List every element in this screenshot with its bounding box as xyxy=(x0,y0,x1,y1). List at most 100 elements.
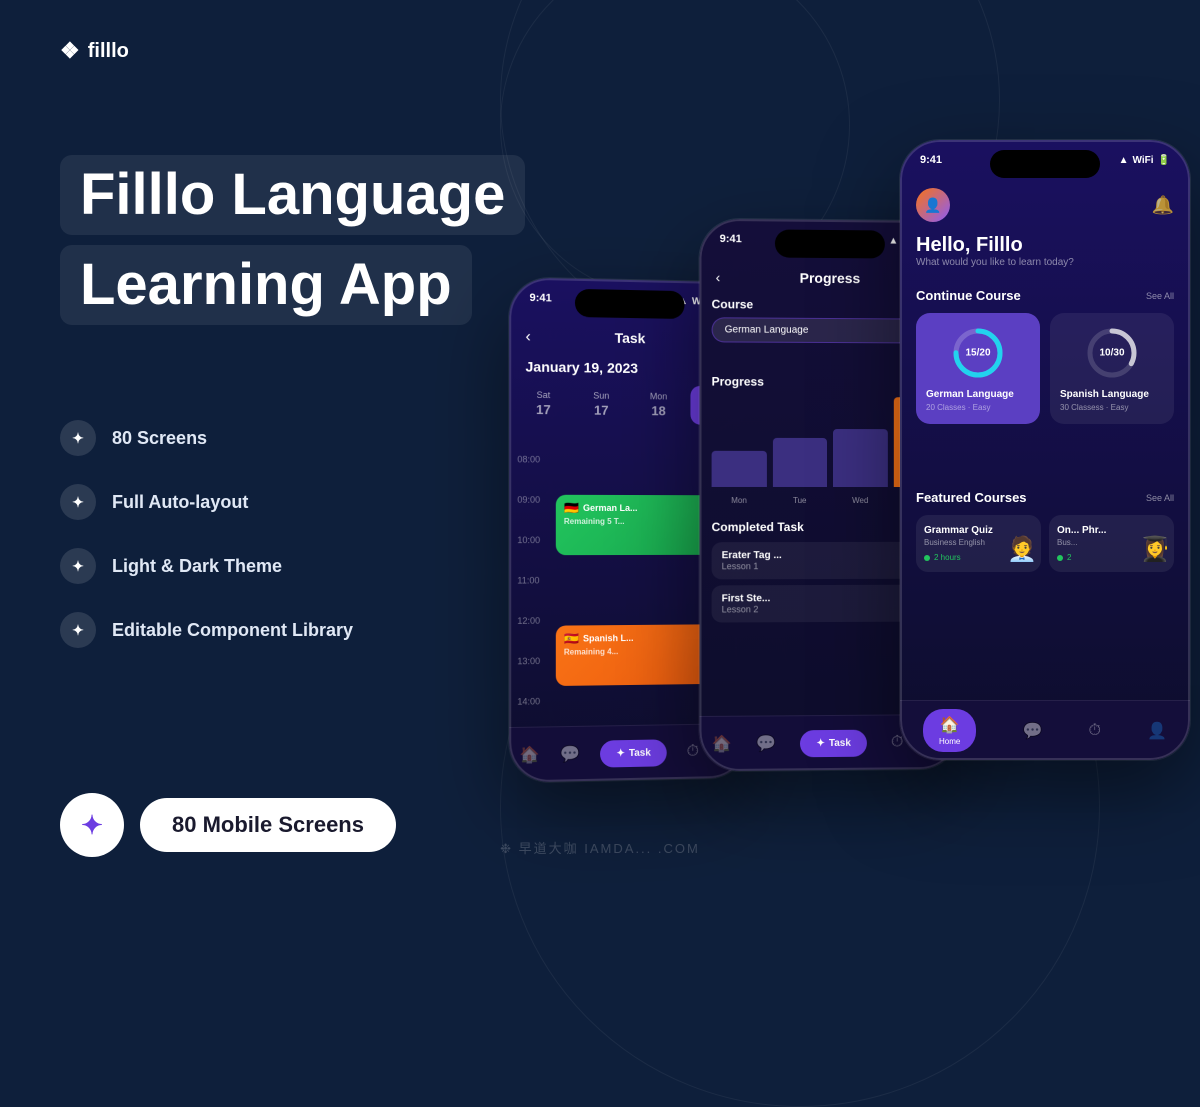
logo-text: filllo xyxy=(88,40,129,63)
phone-3-nav-chat[interactable]: 💬 xyxy=(1022,721,1042,741)
screens-count-label: 80 Mobile Screens xyxy=(172,812,364,837)
logo: ❖ filllo xyxy=(60,38,129,64)
feature-label-screens: 80 Screens xyxy=(112,428,207,449)
task-german-title: German La... xyxy=(583,503,638,513)
time-800: 08:00 xyxy=(517,454,540,464)
featured-card-grammar[interactable]: Grammar Quiz Business English 2 hours 🧑‍… xyxy=(916,515,1041,572)
course-cards: 15/20 German Language 20 Classes · Easy … xyxy=(916,313,1174,424)
featured-cards: Grammar Quiz Business English 2 hours 🧑‍… xyxy=(916,515,1174,572)
phone-1-time: 9:41 xyxy=(530,292,552,305)
time-1000: 10:00 xyxy=(517,535,540,545)
phone-3-nav-timer[interactable]: ⏱ xyxy=(1088,722,1100,740)
hero-title-line2: Learning App xyxy=(80,252,452,317)
phone-1-nav-home[interactable]: 🏠 xyxy=(519,745,539,766)
phone-3-status-icons: ▲WiFi🔋 xyxy=(1119,155,1170,166)
phone-3-sub: What would you like to learn today? xyxy=(916,257,1074,268)
phone-3-hello: Hello, Filllo xyxy=(916,234,1074,257)
task-spanish-title: Spanish L... xyxy=(583,633,634,643)
cal-mon: Mon 18 xyxy=(633,385,684,424)
time-900: 09:00 xyxy=(517,495,540,505)
features-list: ✦ 80 Screens ✦ Full Auto-layout ✦ Light … xyxy=(60,420,353,676)
phone-3-time: 9:41 xyxy=(920,154,942,166)
phone-2-course-name: German Language xyxy=(725,324,809,336)
feature-label-library: Editable Component Library xyxy=(112,620,353,641)
phone-3-notch xyxy=(990,150,1100,178)
feature-autolayout: ✦ Full Auto-layout xyxy=(60,484,353,520)
continue-section-header: Continue Course See All xyxy=(916,288,1174,303)
phone-3-greeting: Hello, Filllo What would you like to lea… xyxy=(916,234,1074,268)
spanish-card-sub: 30 Classess · Easy xyxy=(1060,403,1164,412)
phone-3-avatar[interactable]: 👤 xyxy=(916,188,950,222)
phone-3-featured-section: Featured Courses See All Grammar Quiz Bu… xyxy=(916,490,1174,572)
chart-label-wed: Wed xyxy=(852,496,868,505)
grammar-duration-text: 2 hours xyxy=(934,553,961,562)
time-1300: 13:00 xyxy=(517,656,540,666)
phone-2-nav-chat[interactable]: 💬 xyxy=(756,733,776,753)
german-progress-text: 15/20 xyxy=(965,348,990,359)
time-1400: 14:00 xyxy=(517,696,540,706)
phone-3-continue-section: Continue Course See All 15/20 German Lan… xyxy=(916,288,1174,424)
featured-section-header: Featured Courses See All xyxy=(916,490,1174,505)
time-1200: 12:00 xyxy=(517,616,540,626)
phones-container: 9:41 ▲WiFi🔋 ‹ Task January 19, 2023 Sat … xyxy=(480,80,1200,900)
phone-3-frame xyxy=(900,140,1190,760)
bell-icon[interactable]: 🔔 xyxy=(1152,195,1174,216)
feature-icon-library: ✦ xyxy=(60,612,96,648)
course-card-spanish[interactable]: 10/30 Spanish Language 30 Classess · Eas… xyxy=(1050,313,1174,424)
feature-icon-screens: ✦ xyxy=(60,420,96,456)
phrases-illustration: 👩‍🎓 xyxy=(1140,535,1170,564)
course-card-german[interactable]: 15/20 German Language 20 Classes · Easy xyxy=(916,313,1040,424)
chart-bar-wed: Wed xyxy=(833,429,887,488)
phrases-duration-dot xyxy=(1057,555,1063,561)
chart-bar-mon: Mon xyxy=(712,451,767,487)
duration-dot xyxy=(924,555,930,561)
phone-2-task-fab[interactable]: ✦Task xyxy=(800,729,866,757)
phone-1-task-fab[interactable]: ✦Task xyxy=(601,739,667,767)
cal-sat: Sat 17 xyxy=(517,384,569,424)
phone-2-nav-home[interactable]: 🏠 xyxy=(712,734,732,754)
continue-see-all[interactable]: See All xyxy=(1146,291,1174,301)
german-card-sub: 20 Classes · Easy xyxy=(926,403,1030,412)
featured-title: Featured Courses xyxy=(916,490,1027,505)
chart-bar-tue: Tue xyxy=(772,437,827,487)
phone-3-nav-home[interactable]: 🏠 Home xyxy=(923,709,976,752)
phone-2-notch xyxy=(775,229,885,258)
feature-label-theme: Light & Dark Theme xyxy=(112,556,282,577)
timer-nav-icon: ⏱ xyxy=(1088,722,1100,740)
screens-badge: 80 Mobile Screens xyxy=(140,798,396,852)
featured-see-all[interactable]: See All xyxy=(1146,493,1174,503)
phone-1-nav-timer[interactable]: ⏱ xyxy=(687,743,699,761)
chat-nav-icon: 💬 xyxy=(1022,721,1042,741)
time-1100: 11:00 xyxy=(517,575,539,585)
title-line-1: Filllo Language xyxy=(60,155,525,235)
phone-home: 9:41 ▲WiFi🔋 👤 🔔 Hello, Filllo What would… xyxy=(900,140,1190,760)
german-progress-circle: 15/20 xyxy=(950,325,1006,381)
featured-card-phrases[interactable]: On... Phr... Bus... 2 👩‍🎓 xyxy=(1049,515,1174,572)
phone-3-header: 👤 🔔 xyxy=(916,188,1174,222)
title-line-2: Learning App xyxy=(60,245,472,325)
chart-label-mon: Mon xyxy=(731,496,747,505)
logo-icon: ❖ xyxy=(60,38,80,64)
feature-icon-autolayout: ✦ xyxy=(60,484,96,520)
phone-1-date: January 19, 2023 xyxy=(525,358,638,376)
spanish-card-title: Spanish Language xyxy=(1060,389,1164,400)
feature-screens: ✦ 80 Screens xyxy=(60,420,353,456)
spanish-progress-circle: 10/30 xyxy=(1084,325,1140,381)
figma-badge: ✦ xyxy=(60,793,124,857)
cal-sun: Sun 17 xyxy=(575,384,627,424)
chart-label-tue: Tue xyxy=(793,496,807,505)
bottom-badges: ✦ 80 Mobile Screens xyxy=(60,793,396,857)
feature-icon-theme: ✦ xyxy=(60,548,96,584)
home-nav-label: Home xyxy=(939,737,960,746)
phone-2-time: 9:41 xyxy=(720,233,742,245)
continue-title: Continue Course xyxy=(916,288,1021,303)
hero-title-line1: Filllo Language xyxy=(80,162,505,227)
phone-1-nav-chat[interactable]: 💬 xyxy=(560,744,580,764)
grammar-illustration: 🧑‍💼 xyxy=(1007,535,1037,564)
spanish-progress-text: 10/30 xyxy=(1099,348,1124,359)
phone-1-notch xyxy=(575,289,685,319)
phone-3-nav-user[interactable]: 👤 xyxy=(1147,721,1167,741)
home-nav-icon: 🏠 xyxy=(940,715,960,735)
figma-icon: ✦ xyxy=(81,810,103,841)
watermark: ❉ 早道大咖 IAMDA... .COM xyxy=(500,838,700,857)
